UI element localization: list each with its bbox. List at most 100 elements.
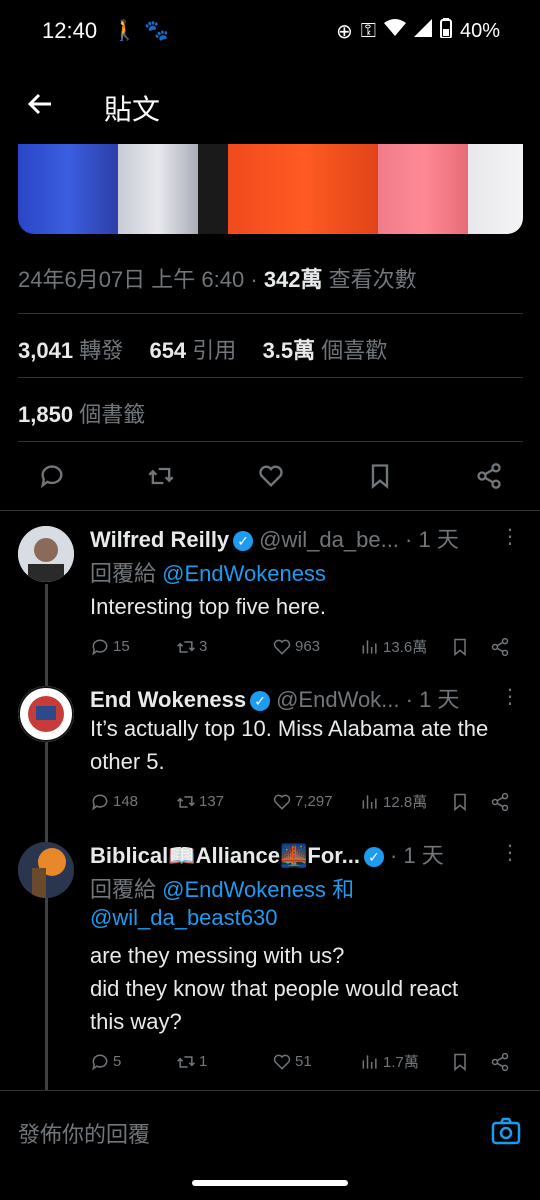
vpn-key-icon: ⚿ bbox=[360, 19, 376, 42]
reply-actions: 5 1 51 1.7萬 bbox=[90, 1051, 520, 1072]
like-button[interactable] bbox=[253, 458, 289, 494]
views-button[interactable]: 12.8萬 bbox=[360, 791, 450, 812]
views-button[interactable]: 1.7萬 bbox=[360, 1051, 450, 1072]
retweet-button[interactable] bbox=[143, 458, 179, 494]
retweet-button[interactable]: 137 bbox=[176, 792, 272, 812]
divider bbox=[0, 510, 540, 511]
data-saver-icon: ⊕ bbox=[335, 20, 353, 43]
share-button[interactable] bbox=[490, 1052, 510, 1072]
status-icons: ⊕ ⚿ 40% bbox=[336, 18, 500, 44]
reply-composer[interactable]: 發佈你的回覆 bbox=[0, 1090, 540, 1159]
meta-dot: · bbox=[250, 267, 258, 292]
like-button[interactable]: 963 bbox=[272, 637, 360, 657]
arrow-left-icon bbox=[27, 93, 51, 115]
tweet-date: 24年6月07日 上午 6:40 bbox=[18, 267, 245, 292]
reply-text: are they messing with us? did they know … bbox=[90, 943, 459, 1034]
retweet-icon bbox=[177, 640, 195, 653]
reply-button[interactable] bbox=[34, 458, 70, 494]
heart-icon bbox=[273, 1054, 291, 1070]
back-button[interactable] bbox=[20, 84, 60, 124]
reply-author: Biblical📖Alliance🌉For... ✓ · 1 天 bbox=[90, 843, 444, 868]
bookmark-button[interactable] bbox=[450, 1052, 490, 1072]
home-indicator[interactable] bbox=[192, 1180, 348, 1186]
reply-author: Wilfred Reilly ✓ @wil_da_be... · 1 天 bbox=[90, 527, 459, 552]
bookmark-icon bbox=[454, 1053, 466, 1071]
bookmark-button[interactable] bbox=[362, 458, 398, 494]
share-icon bbox=[491, 1052, 509, 1071]
views-button[interactable]: 13.6萬 bbox=[360, 636, 450, 657]
bookmarks-stat[interactable]: 1,850 個書籤 bbox=[18, 397, 145, 429]
reply-text: Interesting top five here. bbox=[90, 594, 327, 619]
bookmark-icon bbox=[454, 793, 466, 811]
reply-icon bbox=[92, 794, 108, 810]
reply-button[interactable]: 15 bbox=[90, 637, 176, 657]
quotes-stat[interactable]: 654 引用 bbox=[149, 338, 236, 363]
reply-icon bbox=[92, 1054, 108, 1070]
share-icon bbox=[477, 463, 501, 489]
app-header: 貼文 bbox=[0, 64, 540, 148]
share-button[interactable] bbox=[471, 458, 507, 494]
tweet-stats: 3,041 轉發 654 引用 3.5萬 個喜歡 bbox=[18, 333, 387, 365]
retweet-button[interactable]: 3 bbox=[176, 637, 272, 657]
like-button[interactable]: 51 bbox=[272, 1052, 360, 1072]
divider bbox=[18, 313, 523, 314]
bookmark-icon bbox=[371, 464, 388, 489]
thread-line bbox=[45, 584, 48, 1090]
camera-button[interactable] bbox=[490, 1115, 522, 1147]
verified-icon: ✓ bbox=[250, 691, 271, 712]
avatar[interactable] bbox=[18, 686, 74, 742]
more-options-icon[interactable]: ⋮ bbox=[500, 524, 520, 549]
more-options-icon[interactable]: ⋮ bbox=[500, 840, 520, 865]
reply-to-line: @wil_da_beast630 bbox=[90, 905, 277, 931]
heart-icon bbox=[273, 794, 291, 810]
heart-icon bbox=[273, 639, 291, 655]
reply-icon bbox=[40, 465, 63, 489]
bookmark-button[interactable] bbox=[450, 637, 490, 657]
reply-button[interactable]: 5 bbox=[90, 1052, 176, 1072]
reply-actions: 15 3 963 13.6萬 bbox=[90, 636, 520, 657]
mention-link[interactable]: @EndWokeness bbox=[162, 877, 326, 902]
retweets-stat[interactable]: 3,041 轉發 bbox=[18, 338, 123, 363]
status-time: 12:40 bbox=[42, 18, 98, 43]
like-button[interactable]: 7,297 bbox=[272, 792, 360, 812]
reply-author: End Wokeness ✓ @EndWok... · 1 天 bbox=[90, 687, 460, 712]
views-label: 查看次數 bbox=[328, 267, 417, 292]
share-button[interactable] bbox=[490, 792, 510, 812]
avatar[interactable] bbox=[18, 526, 74, 582]
reply-to-line: 回覆給 @EndWokeness bbox=[90, 561, 326, 586]
reply-actions: 148 137 7,297 12.8萬 bbox=[90, 791, 520, 812]
divider bbox=[18, 377, 523, 378]
walking-icon: 🚶 bbox=[112, 20, 137, 42]
camera-icon bbox=[491, 1117, 521, 1145]
divider bbox=[18, 441, 523, 442]
analytics-icon bbox=[362, 639, 377, 654]
verified-icon: ✓ bbox=[363, 847, 384, 868]
signal-icon bbox=[413, 19, 432, 43]
retweet-icon bbox=[177, 795, 195, 808]
tweet-image[interactable] bbox=[18, 144, 523, 234]
tweet-meta: 24年6月07日 上午 6:40 · 342萬 查看次數 bbox=[18, 262, 417, 294]
analytics-icon bbox=[362, 794, 377, 809]
mention-link[interactable]: @wil_da_beast630 bbox=[90, 905, 277, 930]
likes-stat[interactable]: 3.5萬 個喜歡 bbox=[263, 338, 388, 363]
retweet-button[interactable]: 1 bbox=[176, 1052, 272, 1072]
wifi-icon bbox=[383, 19, 406, 43]
views-count: 342萬 bbox=[263, 267, 323, 292]
mention-link[interactable]: @EndWokeness bbox=[162, 561, 326, 586]
share-icon bbox=[491, 637, 509, 656]
paw-icon: 🐾 bbox=[144, 20, 169, 42]
battery-icon bbox=[439, 18, 452, 44]
heart-icon bbox=[258, 465, 283, 487]
reply-button[interactable]: 148 bbox=[90, 792, 176, 812]
share-button[interactable] bbox=[490, 637, 510, 657]
more-options-icon[interactable]: ⋮ bbox=[500, 684, 520, 709]
share-icon bbox=[491, 792, 509, 811]
reply-input-placeholder[interactable]: 發佈你的回覆 bbox=[18, 1117, 150, 1149]
retweet-icon bbox=[177, 1055, 195, 1068]
status-bar: 12:40 🚶 🐾 ⊕ ⚿ 40% bbox=[0, 0, 540, 64]
avatar[interactable] bbox=[18, 842, 74, 898]
reply-to-line: 回覆給 @EndWokeness 和 bbox=[90, 877, 355, 902]
reply-icon bbox=[92, 639, 108, 655]
bookmark-button[interactable] bbox=[450, 792, 490, 812]
page-title: 貼文 bbox=[104, 94, 161, 125]
